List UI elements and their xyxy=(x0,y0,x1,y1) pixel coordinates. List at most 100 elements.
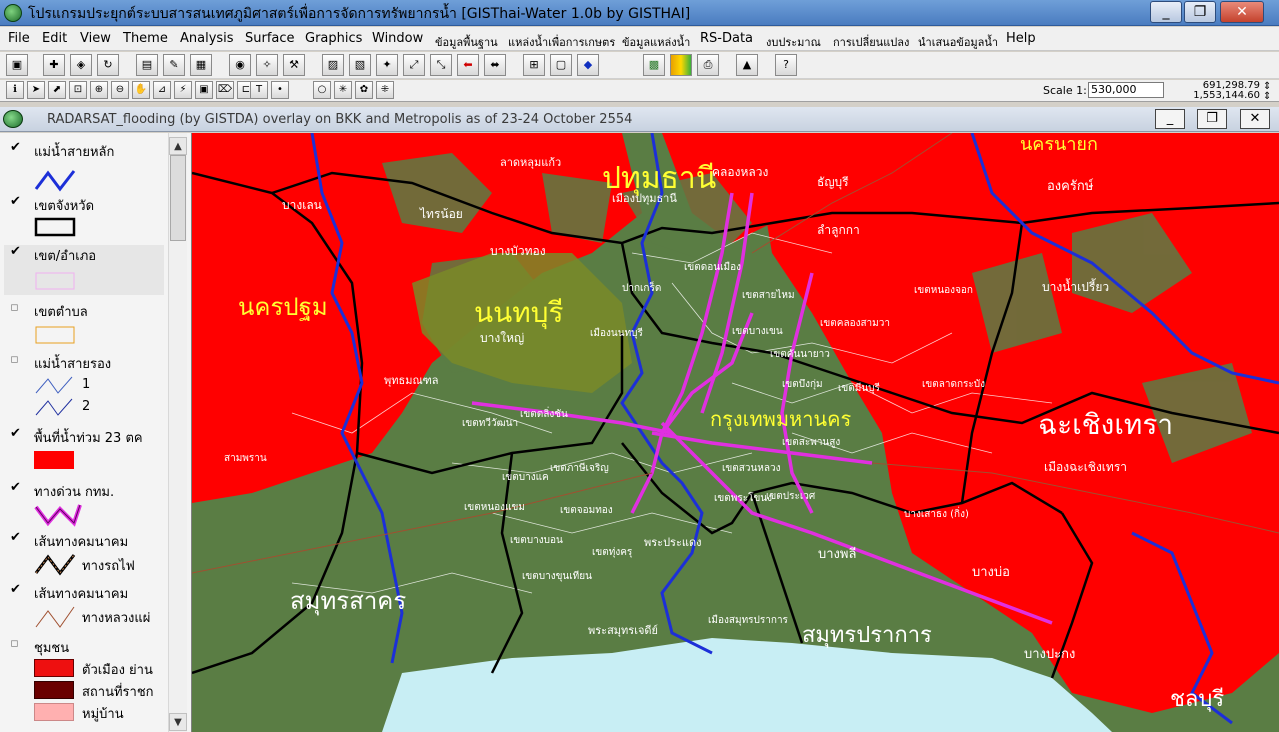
grid-select-icon[interactable]: ⁜ xyxy=(376,81,394,99)
scroll-up-icon[interactable]: ▲ xyxy=(169,137,187,155)
close-button[interactable]: ✕ xyxy=(1220,1,1264,23)
snap-icon[interactable]: ✳ xyxy=(334,81,352,99)
menu-help[interactable]: Help xyxy=(1006,31,1036,46)
menu-agri-water[interactable]: แหล่งน้ำเพื่อการเกษตร xyxy=(508,33,615,51)
checkbox-flood[interactable]: ✔ xyxy=(10,427,21,440)
district-label: เขตพระโขนง xyxy=(714,493,773,504)
text-icon[interactable]: T xyxy=(250,81,268,99)
point-icon[interactable]: • xyxy=(271,81,289,99)
save-icon[interactable]: ▣ xyxy=(6,54,28,76)
zoom-active-icon[interactable]: ⤡ xyxy=(430,54,452,76)
zoom-in-box-icon[interactable]: ⊞ xyxy=(523,54,545,76)
menu-graphics[interactable]: Graphics xyxy=(305,31,362,46)
menu-file[interactable]: File xyxy=(8,31,30,46)
layout-icon[interactable]: ▩ xyxy=(643,54,665,76)
legend-item-minor-river[interactable]: ▫ แม่น้ำสายรอง 1 2 xyxy=(4,353,168,423)
scroll-thumb[interactable] xyxy=(170,155,186,241)
select-feature-icon[interactable]: ⊡ xyxy=(69,81,87,99)
zoom-full-icon[interactable]: ⤢ xyxy=(403,54,425,76)
scale-input[interactable]: 530,000 xyxy=(1088,82,1164,98)
checkbox-province[interactable]: ✔ xyxy=(10,195,21,208)
view-restore-button[interactable]: ❐ xyxy=(1197,109,1227,129)
hotlink-icon[interactable]: ⚡ xyxy=(174,81,192,99)
calculator-icon[interactable]: ▦ xyxy=(190,54,212,76)
checkbox-highway[interactable]: ✔ xyxy=(10,583,21,596)
checkbox-railway[interactable]: ✔ xyxy=(10,531,21,544)
hammer-icon[interactable]: ⚒ xyxy=(283,54,305,76)
menu-theme[interactable]: Theme xyxy=(123,31,168,46)
menu-rs-data[interactable]: RS-Data xyxy=(700,31,753,46)
menu-bar: File Edit View Theme Analysis Surface Gr… xyxy=(0,27,1279,51)
legend-item-main-river[interactable]: ✔ แม่น้ำสายหลัก xyxy=(4,141,168,193)
table-icon[interactable]: ▤ xyxy=(136,54,158,76)
checkbox-main-river[interactable]: ✔ xyxy=(10,141,21,154)
label-icon[interactable]: ⌦ xyxy=(216,81,234,99)
help-pointer-icon[interactable]: ? xyxy=(775,54,797,76)
legend-item-railway[interactable]: ✔ เส้นทางคมนาคม ทางรถไฟ xyxy=(4,531,168,581)
legend-item-community[interactable]: ▫ ชุมชน ตัวเมือง ย่าน สถานที่ราชก หมู่บ้… xyxy=(4,637,168,729)
edit-legend-icon[interactable]: ✎ xyxy=(163,54,185,76)
legend-item-flood[interactable]: ✔ พื้นที่น้ำท่วม 23 ตค xyxy=(4,427,168,473)
legend-item-highway[interactable]: ✔ เส้นทางคมนาคม ทางหลวงแผ่ xyxy=(4,583,168,637)
maximize-button[interactable]: ❐ xyxy=(1184,1,1216,23)
pan-arrow-icon[interactable]: ⬌ xyxy=(484,54,506,76)
back-arrow-icon[interactable]: ⬅ xyxy=(457,54,479,76)
checkbox-subdistrict[interactable]: ▫ xyxy=(10,301,20,314)
checkbox-district[interactable]: ✔ xyxy=(10,245,21,258)
print-icon[interactable]: ⎙ xyxy=(697,54,719,76)
menu-window[interactable]: Window xyxy=(372,31,423,46)
theme-props-icon[interactable]: ◈ xyxy=(70,54,92,76)
menu-view[interactable]: View xyxy=(80,31,111,46)
legend-scrollbar[interactable]: ▲ ▼ xyxy=(168,133,187,732)
legend-item-district[interactable]: ✔ เขต/อำเภอ xyxy=(4,245,164,295)
menu-edit[interactable]: Edit xyxy=(42,31,67,46)
diamond-icon[interactable]: ◆ xyxy=(577,54,599,76)
district-label: เขตบางแค xyxy=(502,472,549,483)
refresh-icon[interactable]: ↻ xyxy=(97,54,119,76)
menu-analysis[interactable]: Analysis xyxy=(180,31,234,46)
menu-surface[interactable]: Surface xyxy=(245,31,295,46)
menu-water-sources[interactable]: ข้อมูลแหล่งน้ำ xyxy=(622,33,690,51)
menu-basic-data[interactable]: ข้อมูลพื้นฐาน xyxy=(435,33,498,51)
area-select-icon[interactable]: ▣ xyxy=(195,81,213,99)
legend-panel: ✔ แม่น้ำสายหลัก ✔ เขตจังหวัด ✔ เขต/อำเภอ… xyxy=(0,133,192,732)
add-theme-icon[interactable]: ✚ xyxy=(43,54,65,76)
district-label: บางใหญ่ xyxy=(480,331,525,345)
circle-icon[interactable]: ○ xyxy=(313,81,331,99)
legend-item-subdistrict[interactable]: ▫ เขตตำบล xyxy=(4,301,168,349)
legend-item-expressway[interactable]: ✔ ทางด่วน กทม. xyxy=(4,481,168,529)
checkbox-minor-river[interactable]: ▫ xyxy=(10,353,20,366)
zoom-select-icon[interactable]: ✦ xyxy=(376,54,398,76)
minor-river-swatch-icon xyxy=(35,376,73,416)
chart-icon[interactable]: ▲ xyxy=(736,54,758,76)
select-icon[interactable]: ▨ xyxy=(322,54,344,76)
view-close-button[interactable]: ✕ xyxy=(1240,109,1270,129)
district-label: เขตลาดกระบัง xyxy=(922,379,986,390)
identify-icon[interactable]: ℹ xyxy=(6,81,24,99)
vertex-pointer-icon[interactable]: ⬈ xyxy=(48,81,66,99)
menu-change[interactable]: การเปลี่ยนแปลง xyxy=(833,33,909,51)
scroll-down-icon[interactable]: ▼ xyxy=(169,713,187,731)
zoom-out-icon[interactable]: ⊖ xyxy=(111,81,129,99)
zoom-in-icon[interactable]: ⊕ xyxy=(90,81,108,99)
find-icon[interactable]: ◉ xyxy=(229,54,251,76)
district-label: ลำลูกกา xyxy=(817,223,860,237)
checkbox-community[interactable]: ▫ xyxy=(10,637,20,650)
palette-icon[interactable]: ✿ xyxy=(355,81,373,99)
minimize-button[interactable]: _ xyxy=(1150,1,1182,23)
pointer-icon[interactable]: ➤ xyxy=(27,81,45,99)
locate-icon[interactable]: ✧ xyxy=(256,54,278,76)
province-label-bangkok: กรุงเทพมหานคร xyxy=(710,407,852,431)
frame-icon[interactable]: ▢ xyxy=(550,54,572,76)
menu-present-water[interactable]: นำเสนอข้อมูลน้ำ xyxy=(918,33,998,51)
legend-label: เส้นทางคมนาคม xyxy=(34,587,129,602)
view-minimize-button[interactable]: _ xyxy=(1155,109,1185,129)
legend-item-province[interactable]: ✔ เขตจังหวัด xyxy=(4,195,168,241)
menu-budget[interactable]: งบประมาณ xyxy=(766,33,821,51)
checkbox-expressway[interactable]: ✔ xyxy=(10,481,21,494)
measure-icon[interactable]: ⊿ xyxy=(153,81,171,99)
color-ramp-icon[interactable] xyxy=(670,54,692,76)
map-view[interactable]: ปทุมธานี นครนายก นครปฐม นนทบุรี กรุงเทพม… xyxy=(192,133,1279,732)
pan-hand-icon[interactable]: ✋ xyxy=(132,81,150,99)
clear-select-icon[interactable]: ▧ xyxy=(349,54,371,76)
